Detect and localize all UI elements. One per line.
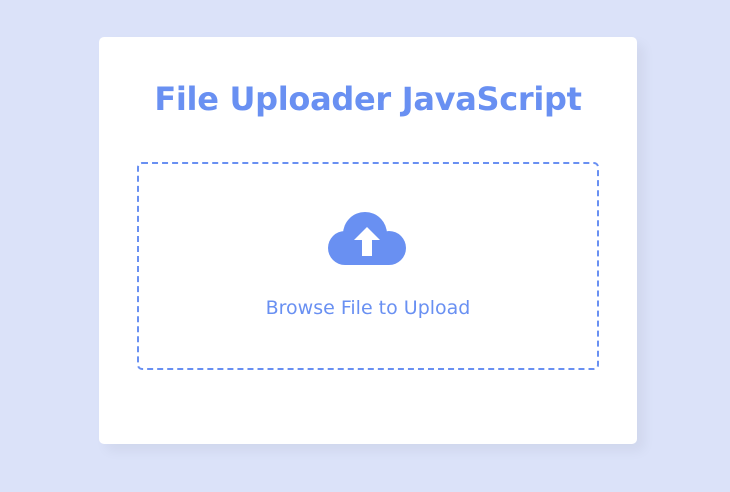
page-title: File Uploader JavaScript	[154, 80, 582, 118]
cloud-upload-icon	[328, 212, 406, 265]
uploader-card: File Uploader JavaScript Browse File to …	[99, 37, 637, 444]
browse-file-label[interactable]: Browse File to Upload	[139, 295, 597, 321]
file-drop-zone[interactable]: Browse File to Upload	[137, 162, 599, 370]
